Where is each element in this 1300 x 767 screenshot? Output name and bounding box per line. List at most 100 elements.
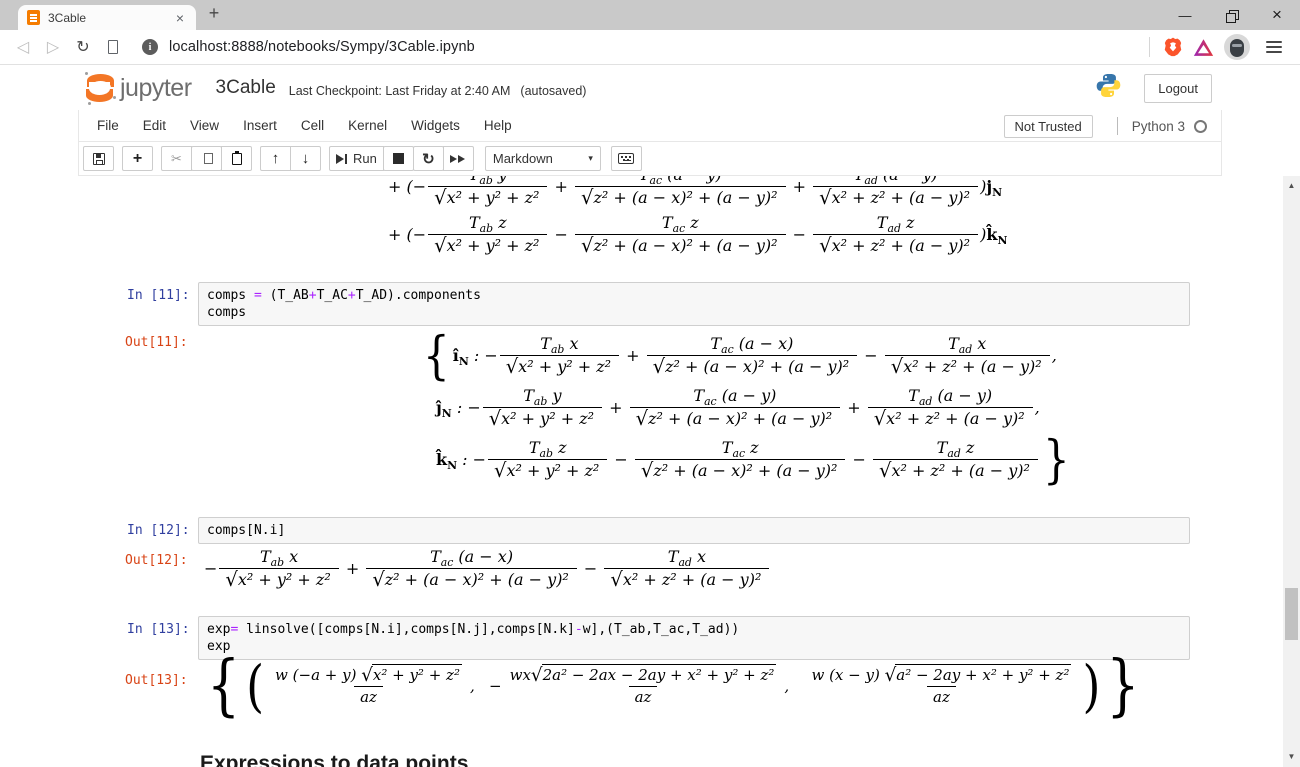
save-icon: [92, 152, 105, 165]
scroll-up-icon[interactable]: ▲: [1283, 179, 1300, 193]
logout-button[interactable]: Logout: [1144, 73, 1212, 103]
jupyter-header: jupyter 3Cable Last Checkpoint: Last Fri…: [0, 66, 1300, 110]
bookmark-icon[interactable]: [108, 40, 118, 54]
run-icon: [336, 153, 344, 164]
stop-icon: [392, 153, 404, 164]
run-cell-button[interactable]: Run: [329, 146, 384, 171]
kernel-name: Python 3: [1131, 118, 1185, 134]
url-field[interactable]: i localhost:8888/notebooks/Sympy/3Cable.…: [142, 39, 1141, 55]
out12-math: − Tab x √x² + y² + z² + Tac (a − x) √z² + (…: [204, 546, 771, 591]
in11-code-cell[interactable]: comps = (T_AB+T_AC+T_AD).components comps: [198, 282, 1190, 326]
brave-shield-icon[interactable]: [1158, 33, 1188, 61]
out12-prompt: Out[12]:: [125, 553, 188, 568]
plus-icon: +: [132, 149, 143, 167]
scissors-icon: ✂: [171, 150, 182, 166]
reload-icon[interactable]: ↻: [68, 37, 98, 57]
back-icon[interactable]: ◁: [8, 37, 38, 57]
interrupt-kernel-button[interactable]: [382, 146, 414, 171]
out11-math: {îN : − Tab x √x² + y² + z² + Tac (a − x) √…: [420, 325, 1073, 489]
move-cell-down-button[interactable]: ↓: [290, 146, 321, 171]
jupyter-logo-icon: [84, 71, 116, 105]
tab-close-icon[interactable]: ×: [173, 10, 187, 26]
in11-prompt: In [11]:: [127, 288, 190, 303]
scrollbar-thumb[interactable]: [1285, 588, 1298, 640]
cell-type-dropdown[interactable]: Markdown ▾: [484, 146, 601, 171]
window-close-button[interactable]: ×: [1254, 0, 1300, 30]
math-line: {(w (−a + y) √x² + y² + z² az, − wx√2a² − …: [207, 647, 1140, 725]
copy-cell-button[interactable]: [191, 146, 222, 171]
run-label: Run: [353, 151, 377, 166]
jupyter-logo-text: jupyter: [120, 73, 192, 102]
restart-kernel-button[interactable]: ↻: [412, 146, 444, 171]
arrow-down-icon: ↓: [301, 150, 310, 167]
url-text: localhost:8888/notebooks/Sympy/3Cable.ip…: [169, 39, 475, 55]
cell-type-value: Markdown: [492, 151, 553, 166]
checkpoint-status: Last Checkpoint: Last Friday at 2:40 AM: [288, 84, 511, 98]
toolbar-divider: [1149, 37, 1150, 57]
menu-help[interactable]: Help: [472, 112, 524, 139]
profile-avatar[interactable]: [1224, 34, 1250, 60]
forward-icon[interactable]: ▷: [38, 37, 68, 57]
out11-prompt: Out[11]:: [125, 335, 188, 350]
scroll-down-icon[interactable]: ▼: [1283, 750, 1300, 764]
in12-prompt: In [12]:: [127, 523, 190, 538]
markdown-heading: Expressions to data points: [200, 752, 469, 767]
not-trusted-badge[interactable]: Not Trusted: [1003, 114, 1093, 138]
notebook-area: + (−Tab y√x² + y² + z² + Tac (a − y)√z² …: [0, 176, 1283, 767]
math-line: + (−Tab y√x² + y² + z² + Tac (a − y)√z² …: [388, 176, 1003, 209]
site-info-icon[interactable]: i: [142, 39, 158, 55]
menu-view[interactable]: View: [178, 112, 231, 139]
kernel-divider: [1116, 117, 1118, 135]
chevron-down-icon: ▾: [588, 153, 593, 163]
new-tab-button[interactable]: +: [202, 3, 226, 24]
window-restore-button[interactable]: [1208, 0, 1254, 30]
tab-title: 3Cable: [48, 10, 87, 25]
arrow-up-icon: ↑: [271, 150, 280, 167]
kernel-status-icon: [1194, 119, 1207, 133]
out13-math: {(w (−a + y) √x² + y² + z² az, − wx√2a² − …: [204, 647, 1143, 725]
math-line: ĵN : − Tab y √x² + y² + z² + Tac (a − y) √z…: [436, 386, 1040, 430]
menu-widgets[interactable]: Widgets: [399, 112, 472, 139]
browser-titlebar: 3Cable × + — ×: [0, 0, 1300, 30]
fast-forward-icon: [450, 154, 466, 163]
move-cell-up-button[interactable]: ↑: [260, 146, 291, 171]
browser-tab[interactable]: 3Cable ×: [18, 5, 196, 30]
cut-cell-button[interactable]: ✂: [161, 146, 192, 171]
menu-file[interactable]: File: [85, 112, 131, 139]
add-cell-button[interactable]: +: [122, 146, 153, 171]
math-line: k̂N : − Tab z √x² + y² + z² − Tac z √z² + (…: [436, 429, 1070, 489]
command-palette-button[interactable]: [610, 146, 642, 171]
math-line: + (− Tab z √x² + y² + z² − Tac z √z² + (a −…: [388, 212, 1008, 257]
notebook-header-container: File Edit View Insert Cell Kernel Widget…: [78, 110, 1222, 176]
keyboard-icon: [618, 153, 635, 164]
menu-edit[interactable]: Edit: [131, 112, 178, 139]
notebook-favicon-icon: [27, 10, 40, 25]
browser-url-row: ◁ ▷ ↻ i localhost:8888/notebooks/Sympy/3…: [0, 30, 1300, 65]
math-line: − Tab x √x² + y² + z² + Tac (a − x) √z² + (…: [204, 546, 771, 591]
window-minimize-button[interactable]: —: [1162, 0, 1208, 30]
menu-kernel[interactable]: Kernel: [336, 112, 399, 139]
paste-cell-button[interactable]: [221, 146, 252, 171]
paste-icon: [231, 150, 242, 165]
copy-icon: [200, 150, 213, 164]
restore-icon: [1225, 9, 1239, 23]
jupyter-logo[interactable]: jupyter: [84, 71, 192, 105]
menu-bar: File Edit View Insert Cell Kernel Widget…: [79, 110, 1221, 142]
scrollbar[interactable]: ▲ ▼: [1283, 176, 1300, 767]
refresh-icon: ↻: [422, 150, 435, 168]
math-line: {îN : − Tab x √x² + y² + z² + Tac (a − x) √…: [423, 325, 1057, 385]
in13-code-cell[interactable]: exp= linsolve([comps[N.i],comps[N.j],com…: [198, 616, 1190, 660]
toolbar: + ✂ ↑ ↓ Run ↻ Markdown ▾: [79, 142, 1221, 175]
browser-menu-icon[interactable]: [1266, 41, 1282, 53]
menu-insert[interactable]: Insert: [231, 112, 289, 139]
python-logo-icon: [1095, 72, 1122, 104]
previous-output-math: + (−Tab y√x² + y² + z² + Tac (a − y)√z² …: [388, 176, 1007, 258]
triangle-extension-icon[interactable]: [1188, 33, 1218, 61]
restart-run-all-button[interactable]: [442, 146, 474, 171]
save-button[interactable]: [83, 146, 114, 171]
menu-cell[interactable]: Cell: [289, 112, 336, 139]
out13-prompt: Out[13]:: [125, 673, 188, 688]
autosave-status: (autosaved): [520, 84, 587, 98]
in12-code-cell[interactable]: comps[N.i]: [198, 517, 1190, 544]
notebook-title[interactable]: 3Cable: [216, 77, 276, 99]
